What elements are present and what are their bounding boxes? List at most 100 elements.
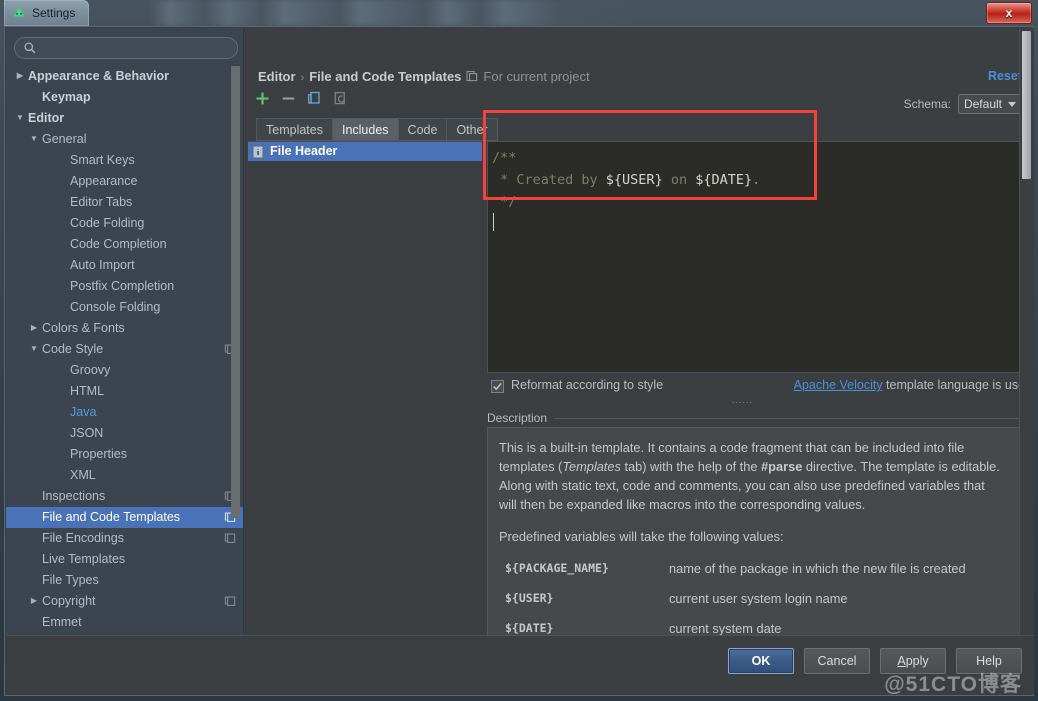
dialog-footer: OK Cancel Apply Help — [6, 635, 1034, 694]
sidebar-item-label: Editor — [28, 111, 65, 125]
reformat-checkbox[interactable] — [491, 380, 504, 393]
sidebar-item-appearance[interactable]: Appearance — [6, 171, 243, 192]
description-paragraph-2: Predefined variables will take the follo… — [499, 529, 784, 544]
sidebar-item-json[interactable]: JSON — [6, 423, 243, 444]
remove-icon[interactable] — [280, 90, 297, 107]
add-icon[interactable] — [254, 90, 271, 107]
cancel-button[interactable]: Cancel — [804, 648, 870, 674]
search-box[interactable] — [14, 37, 238, 59]
desc-p1-italic: Templates — [562, 459, 621, 474]
chevron-right-icon[interactable]: ▶ — [28, 317, 40, 338]
sidebar-item-inspections[interactable]: Inspections — [6, 486, 243, 507]
settings-content-pane: Editor › File and Code Templates For cur… — [244, 28, 1034, 637]
description-panel[interactable]: This is a built-in template. It contains… — [487, 427, 1032, 637]
sidebar-scrollbar-thumb[interactable] — [231, 66, 240, 518]
sidebar-item-label: XML — [70, 468, 96, 482]
reset-template-icon[interactable] — [332, 90, 349, 107]
sidebar-item-file-types[interactable]: File Types — [6, 570, 243, 591]
sidebar-item-label: Colors & Fonts — [42, 321, 125, 335]
sidebar-item-groovy[interactable]: Groovy — [6, 360, 243, 381]
button-label: OK — [751, 654, 771, 668]
code-token: on — [662, 172, 696, 188]
template-list[interactable]: File Header — [248, 141, 482, 637]
chevron-down-icon[interactable]: ▼ — [14, 107, 26, 128]
tab-code[interactable]: Code — [397, 118, 447, 141]
template-tabs[interactable]: Templates Includes Code Other — [256, 118, 498, 141]
sidebar-item-editor-tabs[interactable]: Editor Tabs — [6, 192, 243, 213]
sidebar-item-emmet[interactable]: Emmet — [6, 612, 243, 633]
copy-settings-icon[interactable] — [224, 532, 236, 544]
variable-name: ${USER} — [505, 591, 554, 605]
sidebar-item-properties[interactable]: Properties — [6, 444, 243, 465]
sidebar-item-label: Code Style — [42, 342, 104, 356]
sidebar-item-code-style[interactable]: ▼ Code Style — [6, 338, 243, 360]
sidebar-item-label: HTML — [70, 384, 105, 398]
file-icon — [252, 145, 264, 158]
templates-toolbar — [254, 90, 349, 107]
chevron-right-icon[interactable]: ▶ — [14, 65, 26, 86]
reset-link[interactable]: Reset — [988, 69, 1022, 83]
sidebar-item-xml[interactable]: XML — [6, 465, 243, 486]
sidebar-item-label: Appearance & Behavior — [28, 69, 170, 83]
schema-select[interactable]: Default — [957, 94, 1022, 114]
settings-tree[interactable]: ▶ Appearance & Behavior Keymap ▼ Editor ▼ Gene… — [6, 65, 243, 637]
sidebar-item-label: File Encodings — [42, 531, 124, 545]
close-button[interactable]: x — [986, 2, 1032, 24]
chevron-right-icon[interactable]: ▶ — [28, 590, 40, 611]
sidebar-item-general[interactable]: ▼ General — [6, 128, 243, 150]
search-input[interactable] — [14, 37, 238, 59]
window-title-text: Settings — [32, 6, 76, 20]
copy-icon[interactable] — [306, 90, 323, 107]
sidebar-item-smart-keys[interactable]: Smart Keys — [6, 150, 243, 171]
sidebar-item-java[interactable]: Java — [6, 402, 243, 423]
sidebar-item-postfix-completion[interactable]: Postfix Completion — [6, 276, 243, 297]
description-label: Description — [487, 411, 548, 425]
variable-name: ${PACKAGE_NAME} — [505, 561, 609, 575]
sidebar-item-auto-import[interactable]: Auto Import — [6, 255, 243, 276]
tab-includes[interactable]: Includes — [331, 118, 398, 141]
sidebar-item-code-completion[interactable]: Code Completion — [6, 234, 243, 255]
copy-settings-icon[interactable] — [224, 595, 236, 607]
tab-templates[interactable]: Templates — [256, 118, 332, 141]
sidebar-item-console-folding[interactable]: Console Folding — [6, 297, 243, 318]
chevron-down-icon[interactable]: ▼ — [28, 128, 40, 149]
content-pane-scrollbar-thumb[interactable] — [1022, 31, 1031, 179]
sidebar-item-appearance-behavior[interactable]: ▶ Appearance & Behavior — [6, 65, 243, 87]
sidebar-item-copyright[interactable]: ▶ Copyright — [6, 590, 243, 612]
breadcrumb-separator-icon: › — [300, 72, 305, 84]
sidebar-item-file-and-code-templates[interactable]: File and Code Templates — [6, 507, 243, 528]
list-item-label: File Header — [270, 144, 338, 158]
apache-velocity-link[interactable]: Apache Velocity — [794, 378, 883, 392]
sidebar-item-code-folding[interactable]: Code Folding — [6, 213, 243, 234]
text-caret — [493, 213, 494, 231]
help-button[interactable]: Help — [956, 648, 1022, 674]
code-line: * Created by ${USER} on ${DATE}. — [492, 169, 760, 191]
sidebar-item-label: Code Completion — [70, 237, 167, 251]
sidebar-item-label: Appearance — [70, 174, 138, 188]
breadcrumb: Editor › File and Code Templates For cur… — [258, 69, 590, 84]
sidebar-item-label: Smart Keys — [70, 153, 135, 167]
ok-button[interactable]: OK — [728, 648, 794, 674]
sidebar-item-editor[interactable]: ▼ Editor — [6, 107, 243, 129]
template-code-editor[interactable]: /** * Created by ${USER} on ${DATE}. */ — [487, 141, 1032, 373]
apply-button[interactable]: Apply — [880, 648, 946, 674]
code-token: /** — [492, 150, 517, 166]
sidebar-item-keymap[interactable]: Keymap — [6, 87, 243, 108]
description-paragraph-1: This is a built-in template. It contains… — [499, 438, 1004, 514]
button-label: Cancel — [817, 654, 857, 668]
sidebar-item-colors-fonts[interactable]: ▶ Colors & Fonts — [6, 317, 243, 339]
sidebar-item-live-templates[interactable]: Live Templates — [6, 549, 243, 570]
sidebar-item-file-encodings[interactable]: File Encodings — [6, 528, 243, 549]
sidebar-item-html[interactable]: HTML — [6, 381, 243, 402]
content-pane-scrollbar[interactable] — [1019, 29, 1033, 636]
sidebar-item-label: Code Folding — [70, 216, 145, 230]
list-item[interactable]: File Header — [248, 142, 482, 161]
chevron-down-icon[interactable]: ▼ — [28, 338, 40, 359]
android-studio-icon — [13, 7, 25, 17]
breadcrumb-item-editor[interactable]: Editor — [258, 69, 296, 84]
tab-other[interactable]: Other — [446, 118, 498, 141]
sidebar-item-label: Auto Import — [70, 258, 135, 272]
sidebar-item-label: Inspections — [42, 489, 106, 503]
splitter-handle[interactable]: ...... — [732, 396, 758, 405]
template-code-content: /** * Created by ${USER} on ${DATE}. */ — [492, 147, 760, 213]
